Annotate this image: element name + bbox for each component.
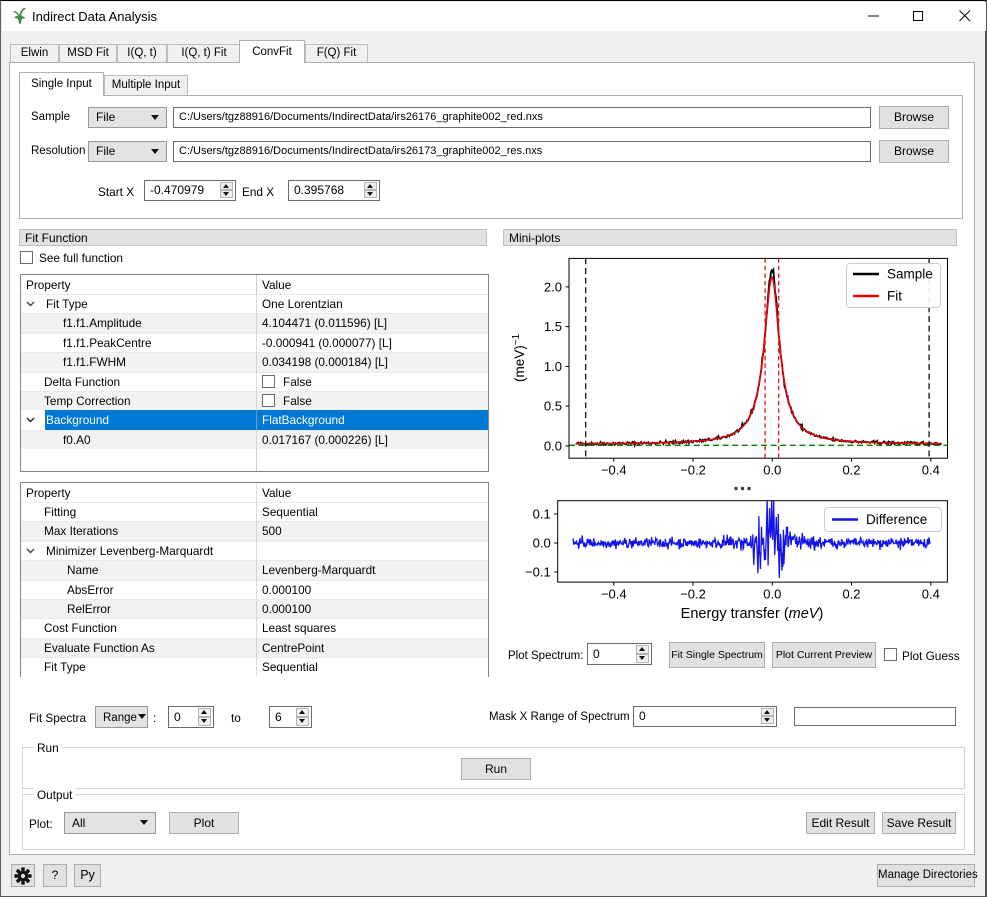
svg-text:Fit: Fit	[887, 289, 902, 304]
svg-text:2.0: 2.0	[544, 279, 562, 294]
svg-text:1.5: 1.5	[544, 319, 562, 334]
svg-text:0.2: 0.2	[842, 463, 860, 478]
svg-text:−0.2: −0.2	[680, 463, 706, 478]
svg-text:0.1: 0.1	[533, 507, 551, 522]
svg-text:Difference: Difference	[866, 512, 927, 527]
svg-text:0.2: 0.2	[842, 587, 860, 602]
svg-text:−0.4: −0.4	[601, 587, 627, 602]
svg-text:0.0: 0.0	[533, 536, 551, 551]
svg-text:0.4: 0.4	[922, 587, 940, 602]
svg-text:Energy transfer (meV): Energy transfer (meV)	[681, 606, 824, 622]
svg-text:0.4: 0.4	[922, 463, 940, 478]
svg-text:1.0: 1.0	[544, 359, 562, 374]
svg-text:−0.1: −0.1	[525, 565, 551, 580]
svg-text:−0.2: −0.2	[680, 587, 706, 602]
svg-text:0.0: 0.0	[763, 463, 781, 478]
svg-text:0.0: 0.0	[763, 587, 781, 602]
svg-text:Sample: Sample	[887, 267, 933, 282]
svg-text:0.5: 0.5	[544, 399, 562, 414]
svg-text:−0.4: −0.4	[601, 463, 627, 478]
svg-text:0.0: 0.0	[544, 438, 562, 453]
